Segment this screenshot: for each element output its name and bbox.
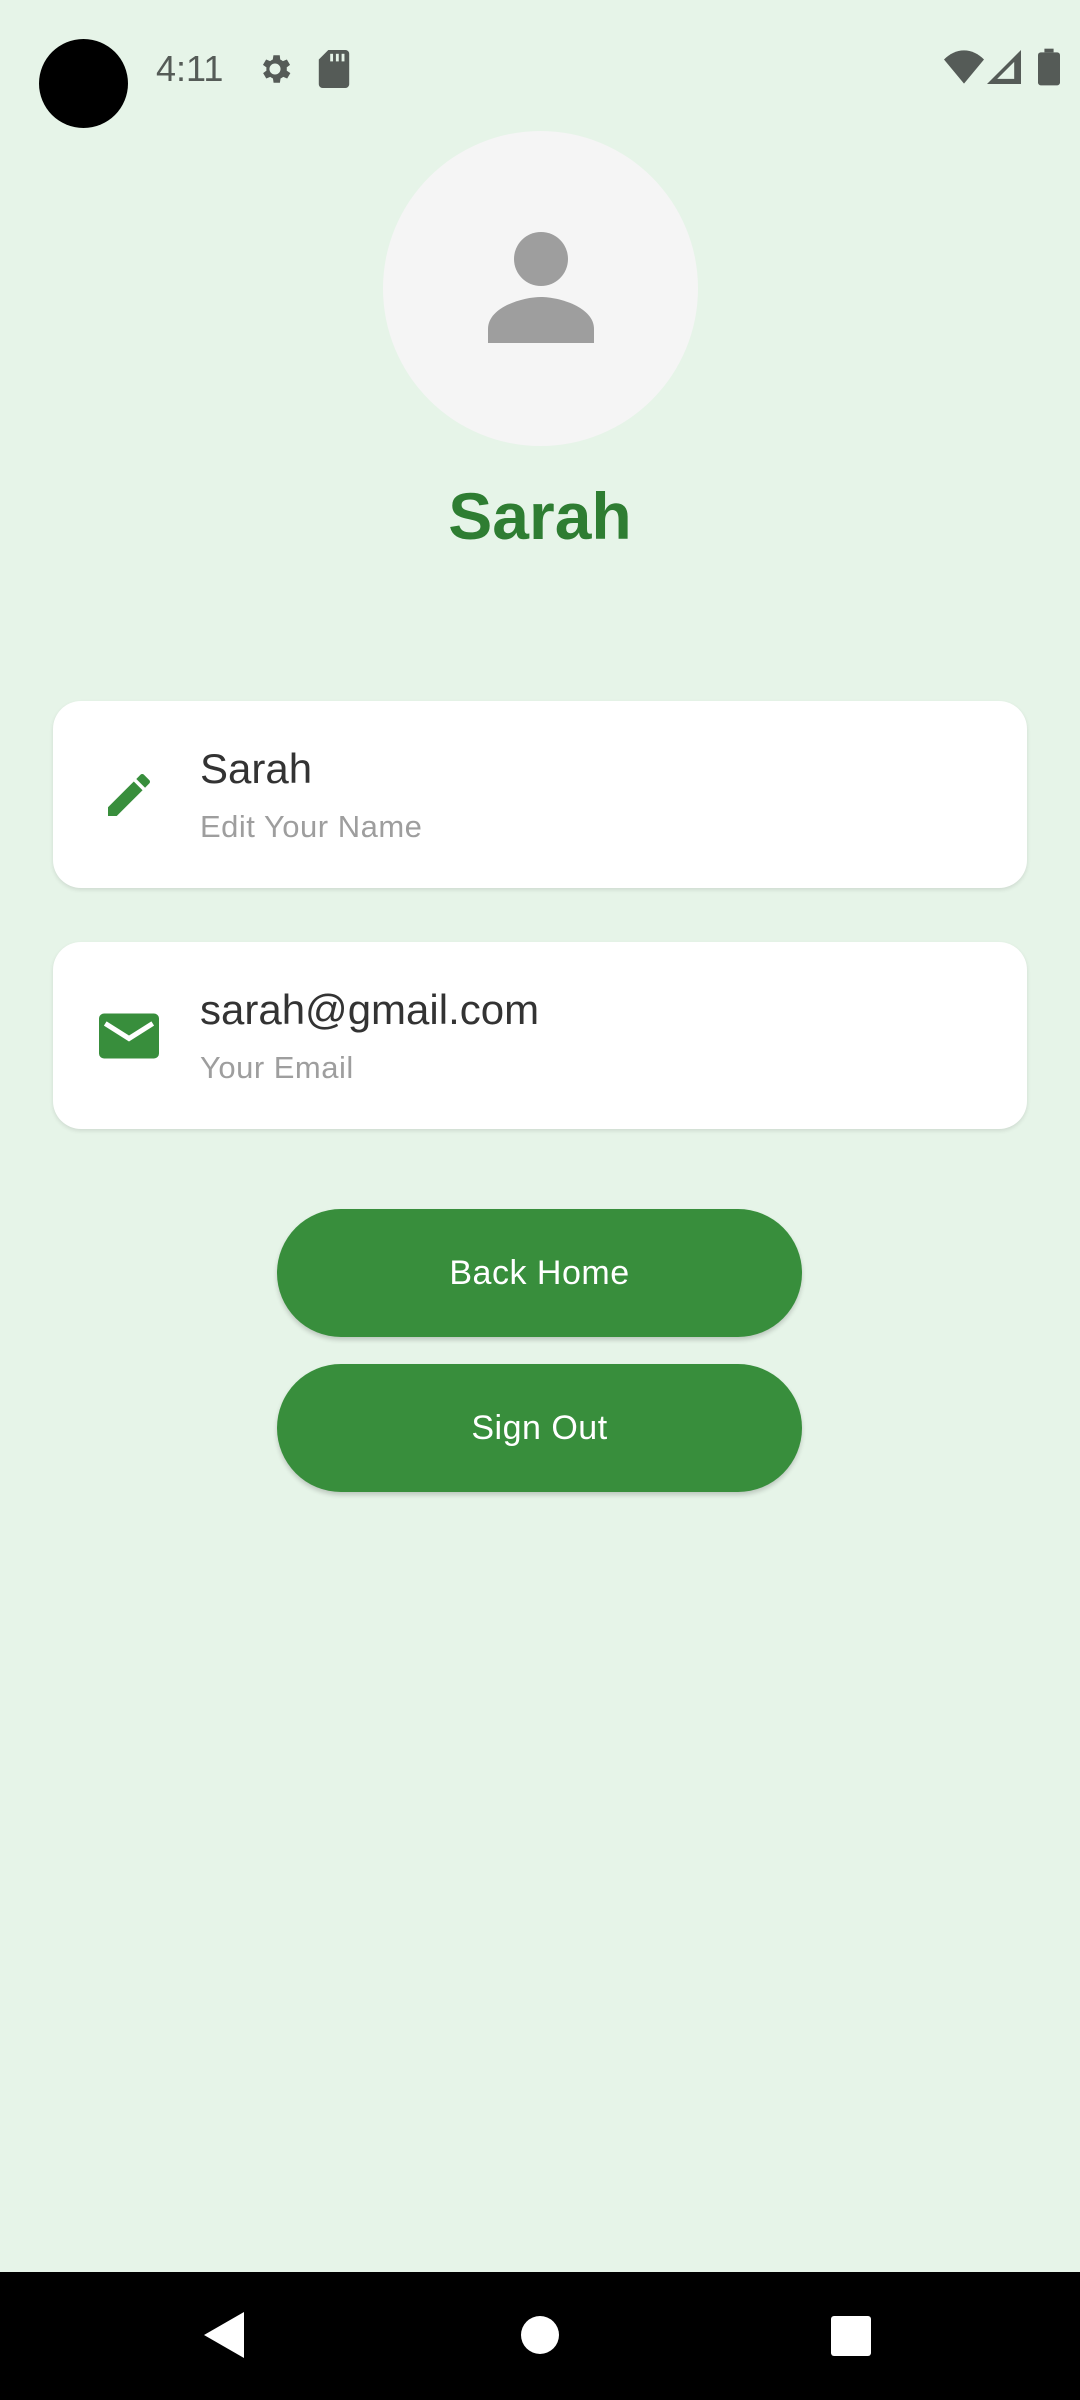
email-label: Your Email xyxy=(200,1050,354,1085)
profile-screen: 4:11 Sarah Sarah Edit Your Name sarah@gm… xyxy=(0,0,1080,2400)
sign-out-button[interactable]: Sign Out xyxy=(277,1364,802,1492)
status-time: 4:11 xyxy=(156,48,224,89)
name-label: Edit Your Name xyxy=(200,809,423,844)
navigation-bar xyxy=(0,2272,1080,2400)
person-icon xyxy=(488,232,594,343)
battery-icon xyxy=(1038,48,1060,86)
back-home-button[interactable]: Back Home xyxy=(277,1209,802,1337)
name-card[interactable]: Sarah Edit Your Name xyxy=(53,701,1027,888)
cell-signal-icon xyxy=(987,50,1021,84)
gear-icon xyxy=(262,55,291,83)
camera-cutout xyxy=(39,39,128,128)
name-value: Sarah xyxy=(200,745,313,792)
status-bar: 4:11 xyxy=(0,0,1080,135)
recents-icon[interactable] xyxy=(831,2316,871,2356)
email-value: sarah@gmail.com xyxy=(200,986,540,1033)
back-icon[interactable] xyxy=(204,2312,244,2358)
avatar[interactable] xyxy=(383,131,698,446)
wifi-icon xyxy=(944,50,984,84)
sd-card-icon xyxy=(318,50,350,88)
mail-icon xyxy=(99,1013,159,1059)
pencil-icon xyxy=(108,773,151,816)
email-card[interactable]: sarah@gmail.com Your Email xyxy=(53,942,1027,1129)
home-icon[interactable] xyxy=(521,2316,559,2354)
profile-name: Sarah xyxy=(448,479,632,553)
